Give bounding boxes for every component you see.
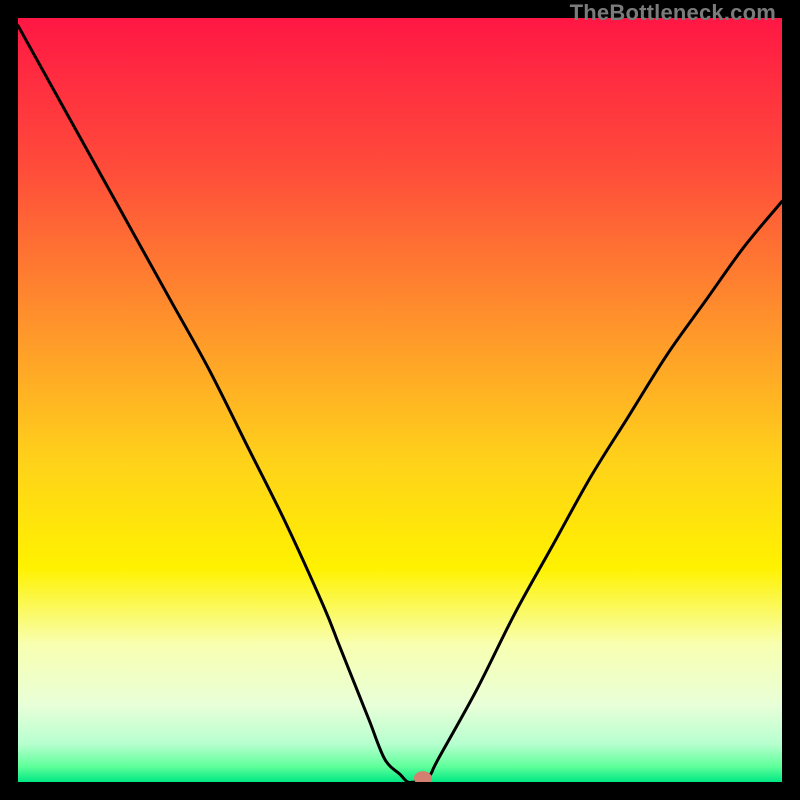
bottleneck-chart [18, 18, 782, 782]
chart-background [18, 18, 782, 782]
watermark-text: TheBottleneck.com [570, 0, 776, 26]
